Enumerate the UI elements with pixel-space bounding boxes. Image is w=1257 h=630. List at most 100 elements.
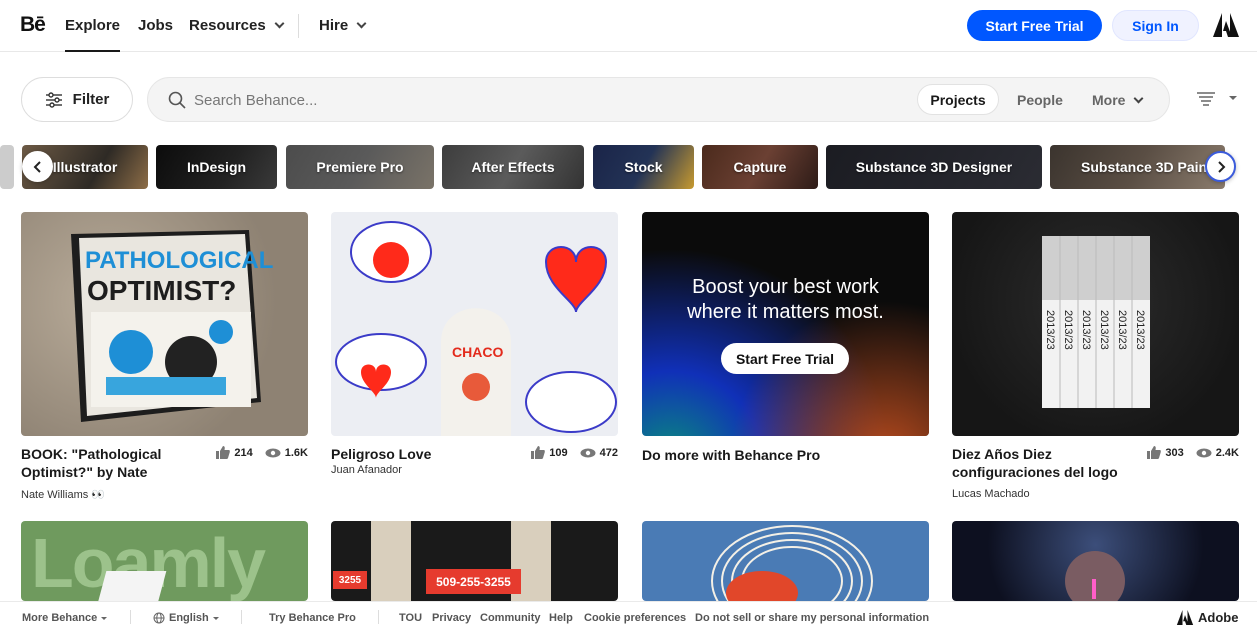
footer-community[interactable]: Community [480,612,541,624]
promo-headline: Boost your best work where it matters mo… [642,275,929,325]
adobe-logo-icon[interactable] [1213,13,1239,37]
caret-down-icon [212,616,219,620]
project-owner[interactable]: Nate Williams 👀 [21,488,105,501]
chevron-down-icon [356,18,367,29]
chip-premiere-pro[interactable]: Premiere Pro [286,145,434,189]
likes-stat: 214 [216,446,253,459]
tab-more-label: More [1092,92,1126,108]
sort-caret-icon[interactable] [1229,96,1237,100]
footer-tou[interactable]: TOU [399,612,422,624]
adobe-logo-icon [1176,610,1194,625]
spiral-artwork-image [711,525,873,601]
chip-label: Illustrator [52,159,118,175]
footer-adobe[interactable]: Adobe [1176,610,1238,625]
nav-resources[interactable]: Resources [189,17,285,34]
views-stat: 2.4K [1196,446,1239,459]
footer-more-behance[interactable]: More Behance [22,612,108,624]
filter-button[interactable]: Filter [21,77,133,122]
chip-substance-3d-painter[interactable]: Substance 3D Painter [1050,145,1225,189]
sort-icon[interactable] [1196,91,1216,107]
project-title[interactable]: Diez Años Diez configuraciones del logo [952,445,1137,481]
promo-start-trial-button[interactable]: Start Free Trial [721,343,849,374]
nav-jobs-label: Jobs [138,17,174,34]
views-count: 1.6K [284,446,308,459]
tab-people[interactable]: People [1017,92,1063,108]
project-owner[interactable]: Juan Afanador [331,464,402,476]
footer-help[interactable]: Help [549,612,573,624]
footer-divider [241,610,242,624]
globe-icon [153,612,165,624]
project-card[interactable]: PATHOLOGICAL OPTIMIST? BOOK: "Pathologic… [21,212,308,502]
chip-indesign[interactable]: InDesign [156,145,277,189]
project-thumbnail[interactable]: 2013/23 2013/23 2013/23 2013/23 2013/23 … [952,212,1239,436]
promo-card[interactable]: Boost your best work where it matters mo… [642,212,929,502]
tab-projects[interactable]: Projects [917,84,999,115]
chip-stock[interactable]: Stock [593,145,694,189]
project-thumbnail[interactable]: 509-255-3255 3255 [331,521,618,601]
views-stat: 1.6K [265,446,308,459]
chip-capture[interactable]: Capture [702,145,818,189]
scroll-right-button[interactable] [1205,151,1236,182]
project-card[interactable]: 2013/23 2013/23 2013/23 2013/23 2013/23 … [952,212,1239,502]
project-thumbnail[interactable] [952,521,1239,601]
caret-down-icon [101,616,108,620]
chip-label: InDesign [186,159,247,175]
illustration-image: CHACO [335,221,617,436]
footer-try-pro[interactable]: Try Behance Pro [269,612,356,624]
sign-in-button[interactable]: Sign In [1112,10,1199,41]
likes-stat: 303 [1147,446,1184,459]
footer-privacy[interactable]: Privacy [432,612,471,624]
views-count: 472 [599,446,618,459]
sign-small: 3255 [333,571,367,589]
footer: More Behance English Try Behance Pro TOU… [0,601,1257,630]
start-free-trial-button[interactable]: Start Free Trial [967,10,1102,41]
thumbs-up-icon [1147,446,1162,459]
sliders-icon [45,91,62,108]
likes-stat: 109 [531,446,568,459]
nav-explore[interactable]: Explore [65,17,121,52]
thumbs-up-icon [216,446,231,459]
footer-language-label: English [169,612,209,624]
device-shape [95,571,167,601]
project-stats: 303 2.4K [1147,446,1239,459]
footer-more-behance-label: More Behance [22,612,98,624]
footer-divider [130,610,131,624]
project-card[interactable]: CHACO Peligroso Love Juan Afanador 109 4… [331,212,618,502]
spine-label: 2013/23 [1098,310,1110,350]
promo-line-2: where it matters most. [687,301,884,323]
scroll-left-button[interactable] [22,151,53,182]
eye-icon [580,448,596,457]
chevron-left-icon [33,160,41,173]
behance-logo[interactable]: Bē [20,13,46,37]
promo-title[interactable]: Do more with Behance Pro [642,446,929,464]
project-stats: 109 472 [531,446,618,459]
chip-substance-3d-designer[interactable]: Substance 3D Designer [826,145,1042,189]
promo-thumbnail[interactable]: Boost your best work where it matters mo… [642,212,929,436]
views-count: 2.4K [1215,446,1239,459]
filter-label: Filter [72,91,110,108]
footer-language[interactable]: English [153,612,219,624]
nav-hire[interactable]: Hire [319,17,367,34]
footer-do-not-sell[interactable]: Do not sell or share my personal informa… [695,612,929,624]
hoodie-text: CHACO [452,344,503,360]
project-thumbnail[interactable]: CHACO [331,212,618,436]
chip-label: Substance 3D Designer [855,159,1013,175]
project-owner[interactable]: Lucas Machado [952,488,1030,500]
project-thumbnail[interactable]: PATHOLOGICAL OPTIMIST? [21,212,308,436]
chip-after-effects[interactable]: After Effects [442,145,584,189]
spine-label: 2013/23 [1080,310,1092,350]
project-title[interactable]: BOOK: "Pathological Optimist?" by Nate W… [21,445,206,481]
tab-more[interactable]: More [1092,92,1144,108]
search-input[interactable] [194,88,754,112]
project-thumbnail[interactable]: Loamly [21,521,308,601]
chip-partial[interactable] [0,145,14,189]
chevron-right-icon [1217,160,1225,173]
project-thumbnail[interactable] [642,521,929,601]
thumbs-up-icon [531,446,546,459]
footer-divider [378,610,379,624]
chip-label: Premiere Pro [316,159,404,175]
nav-jobs[interactable]: Jobs [138,17,173,34]
footer-cookie[interactable]: Cookie preferences [584,612,686,624]
project-title[interactable]: Peligroso Love [331,445,516,463]
chevron-down-icon [1134,93,1144,103]
